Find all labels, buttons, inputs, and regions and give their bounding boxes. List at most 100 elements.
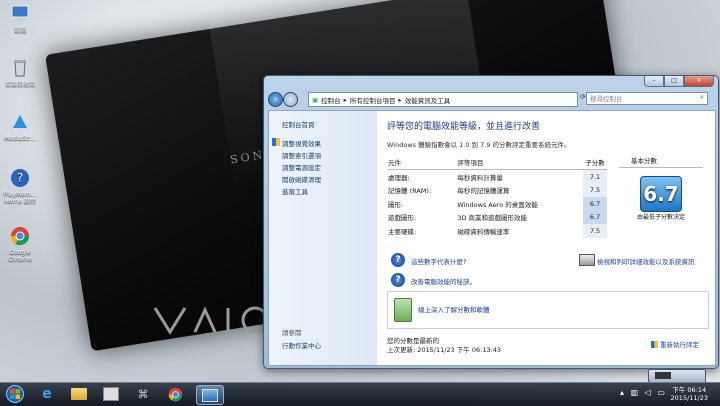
subscore-cell: 7.5 — [583, 224, 607, 238]
refresh-icon[interactable]: ⟳ — [580, 93, 586, 101]
content-area: 控制台首頁 調整視覺效果 調整索引選項 調整電源設定 開啟磁碟清理 進階工具 請… — [268, 110, 716, 366]
software-box-icon — [394, 298, 412, 322]
desktop-icon-computer[interactable]: 電腦 — [2, 4, 38, 34]
window-controls: – □ ✕ — [644, 76, 714, 87]
taskbar-media-player[interactable] — [98, 385, 124, 403]
chrome-icon — [10, 227, 30, 246]
desktop-icon-media[interactable]: MediaStr... — [2, 112, 38, 142]
view-print-details-link[interactable]: 檢視和列印詳細效能以及系統資訊 — [597, 256, 695, 266]
help-icon: ? — [391, 273, 405, 287]
component-cell: 圖形: — [388, 200, 404, 209]
folder-icon — [71, 388, 87, 400]
sidebar-item-action-center[interactable]: 行動作業中心 — [282, 340, 321, 350]
navigation-bar: ‹ › ▣ 控制台 ▸ 所有控制台項目 ▸ 效能資訊及工具 ⟳ 搜尋控制台 ⌕ — [268, 91, 714, 108]
rating-cell: Windows Aero 的桌面效能 — [457, 200, 538, 209]
search-icon[interactable]: ⌕ — [700, 93, 704, 102]
table-row: 遊戲圖形: 3D 商業和遊戲圖形效能 6.7 — [387, 210, 607, 224]
back-button[interactable]: ‹ — [268, 92, 283, 107]
main-panel: 評等您的電腦效能等級，並且進行改善 Windows 體驗指數會以 1.0 到 7… — [383, 111, 713, 365]
score-status: 您的分數是最新的 上次更新: 2015/11/23 下午 06:13:43 — [387, 337, 501, 355]
table-row: 圖形: Windows Aero 的桌面效能 6.7 — [387, 197, 607, 211]
address-segment[interactable]: 所有控制台項目 — [350, 95, 396, 105]
chevron-right-icon: ▸ — [398, 95, 402, 104]
table-row: 處理器: 每秒資料計算量 7.1 — [387, 169, 607, 184]
address-segment[interactable]: 效能資訊及工具 — [405, 95, 451, 105]
search-input[interactable]: 搜尋控制台 — [586, 92, 708, 105]
component-cell: 遊戲圖形: — [388, 214, 417, 223]
base-score-badge: 6.7 — [640, 176, 682, 212]
control-panel-icon: ▣ — [312, 95, 319, 104]
taskbar-network-app[interactable]: ⌘ — [130, 385, 156, 403]
taskbar-explorer[interactable] — [66, 385, 92, 403]
address-bar[interactable]: ▣ 控制台 ▸ 所有控制台項目 ▸ 效能資訊及工具 — [308, 92, 578, 107]
desktop-icon-label: 電腦 — [13, 27, 26, 34]
rerun-assessment-label: 重新執行評定 — [660, 341, 699, 349]
tray-volume-icon[interactable]: ◁ — [645, 388, 651, 397]
what-do-numbers-mean-link[interactable]: 這些數字代表什麼? — [411, 256, 466, 266]
desktop-icon-help[interactable]: ? PlayMem... Home 說明 — [2, 168, 38, 205]
base-score-panel: 基本分數 6.7 由最低子分數決定 — [619, 155, 703, 250]
start-button[interactable] — [2, 385, 28, 403]
component-cell: 處理器: — [388, 173, 410, 182]
minimize-button[interactable]: – — [644, 76, 664, 87]
desktop-icon-chrome[interactable]: Google Chrome — [2, 226, 38, 263]
svg-text:?: ? — [17, 171, 23, 185]
maximize-button[interactable]: □ — [664, 76, 684, 87]
column-header: 元件 — [387, 155, 457, 170]
close-button[interactable]: ✕ — [684, 76, 714, 87]
tray-popup[interactable] — [648, 369, 706, 383]
performance-window: – □ ✕ ‹ › ▣ 控制台 ▸ 所有控制台項目 ▸ 效能資訊及工具 ⟳ 搜尋… — [263, 75, 719, 369]
system-tray: ▴ ▥ ◁ ▭ — [620, 388, 665, 397]
component-cell: 記憶體 (RAM): — [388, 187, 432, 196]
taskbar-internet-explorer[interactable]: e — [34, 385, 60, 403]
rating-cell: 磁碟資料傳輸速率 — [457, 227, 510, 236]
recycle-bin-icon — [14, 60, 26, 77]
tray-battery-icon[interactable]: ▭ — [657, 388, 665, 397]
tray-arrow-icon[interactable]: ▴ — [620, 388, 624, 397]
sidebar-item-advanced-tools[interactable]: 進階工具 — [282, 186, 308, 196]
taskbar-control-panel[interactable] — [196, 385, 224, 405]
sidebar: 控制台首頁 調整視覺效果 調整索引選項 調整電源設定 開啟磁碟清理 進階工具 請… — [269, 111, 377, 365]
windows-logo-icon — [6, 385, 24, 403]
sidebar-item-home[interactable]: 控制台首頁 — [282, 119, 315, 129]
shield-icon — [272, 138, 280, 146]
tray-network-icon[interactable]: ▥ — [631, 388, 639, 397]
learn-more-online-link[interactable]: 線上深入了解分數和軟體 — [418, 304, 490, 314]
table-row: 主要硬碟: 磁碟資料傳輸速率 7.5 — [387, 224, 607, 238]
address-segment[interactable]: 控制台 — [321, 95, 341, 105]
last-updated: 上次更新: 2015/11/23 下午 06:13:43 — [387, 346, 502, 354]
printer-icon — [579, 254, 595, 266]
forward-button[interactable]: › — [283, 92, 298, 107]
sidebar-item-index-options[interactable]: 調整索引選項 — [282, 150, 321, 160]
see-also-label: 請參閱 — [282, 329, 302, 337]
network-icon: ⌘ — [137, 387, 149, 401]
help-icon: ? — [391, 253, 405, 267]
subscore-cell: 7.5 — [583, 183, 607, 197]
control-panel-icon — [202, 388, 218, 402]
clock-date: 2015/11/23 — [670, 394, 708, 402]
rerun-assessment-button[interactable]: 重新執行評定 — [651, 339, 699, 349]
sidebar-item-power-settings[interactable]: 調整電源設定 — [282, 162, 321, 172]
component-cell: 主要硬碟: — [388, 227, 417, 236]
taskbar-chrome[interactable] — [162, 385, 188, 403]
improve-performance-tips-link[interactable]: 改善電腦效能的秘訣。 — [411, 276, 476, 286]
clock[interactable]: 下午 06:14 2015/11/23 — [671, 386, 708, 402]
chrome-icon — [168, 387, 182, 401]
score-status-line: 您的分數是最新的 — [387, 337, 439, 345]
chevron-right-icon: ▸ — [343, 95, 347, 104]
subscore-cell: 7.1 — [583, 169, 607, 184]
column-header: 子分數 — [583, 155, 607, 170]
sidebar-item-disk-cleanup[interactable]: 開啟磁碟清理 — [282, 174, 321, 184]
tray-popup-icon — [655, 372, 671, 379]
learn-more-box: 線上深入了解分數和軟體 — [387, 291, 709, 329]
subscore-cell: 6.7 — [583, 197, 607, 211]
media-icon — [13, 115, 27, 128]
table-row: 記憶體 (RAM): 每秒的記憶體運算 7.5 — [387, 183, 607, 197]
sidebar-item-visual-effects[interactable]: 調整視覺效果 — [282, 138, 321, 148]
rating-cell: 3D 商業和遊戲圖形效能 — [457, 214, 528, 223]
desktop-icon-recycle-bin[interactable]: 資源回收筒 — [2, 58, 38, 88]
rating-cell: 每秒的記憶體運算 — [457, 187, 510, 196]
media-player-icon — [103, 387, 119, 401]
base-score-note: 由最低子分數決定 — [636, 214, 685, 221]
score-table: 元件 評等項目 子分數 處理器: 每秒資料計算量 7.1 記憶體 (RAM): … — [387, 155, 607, 238]
